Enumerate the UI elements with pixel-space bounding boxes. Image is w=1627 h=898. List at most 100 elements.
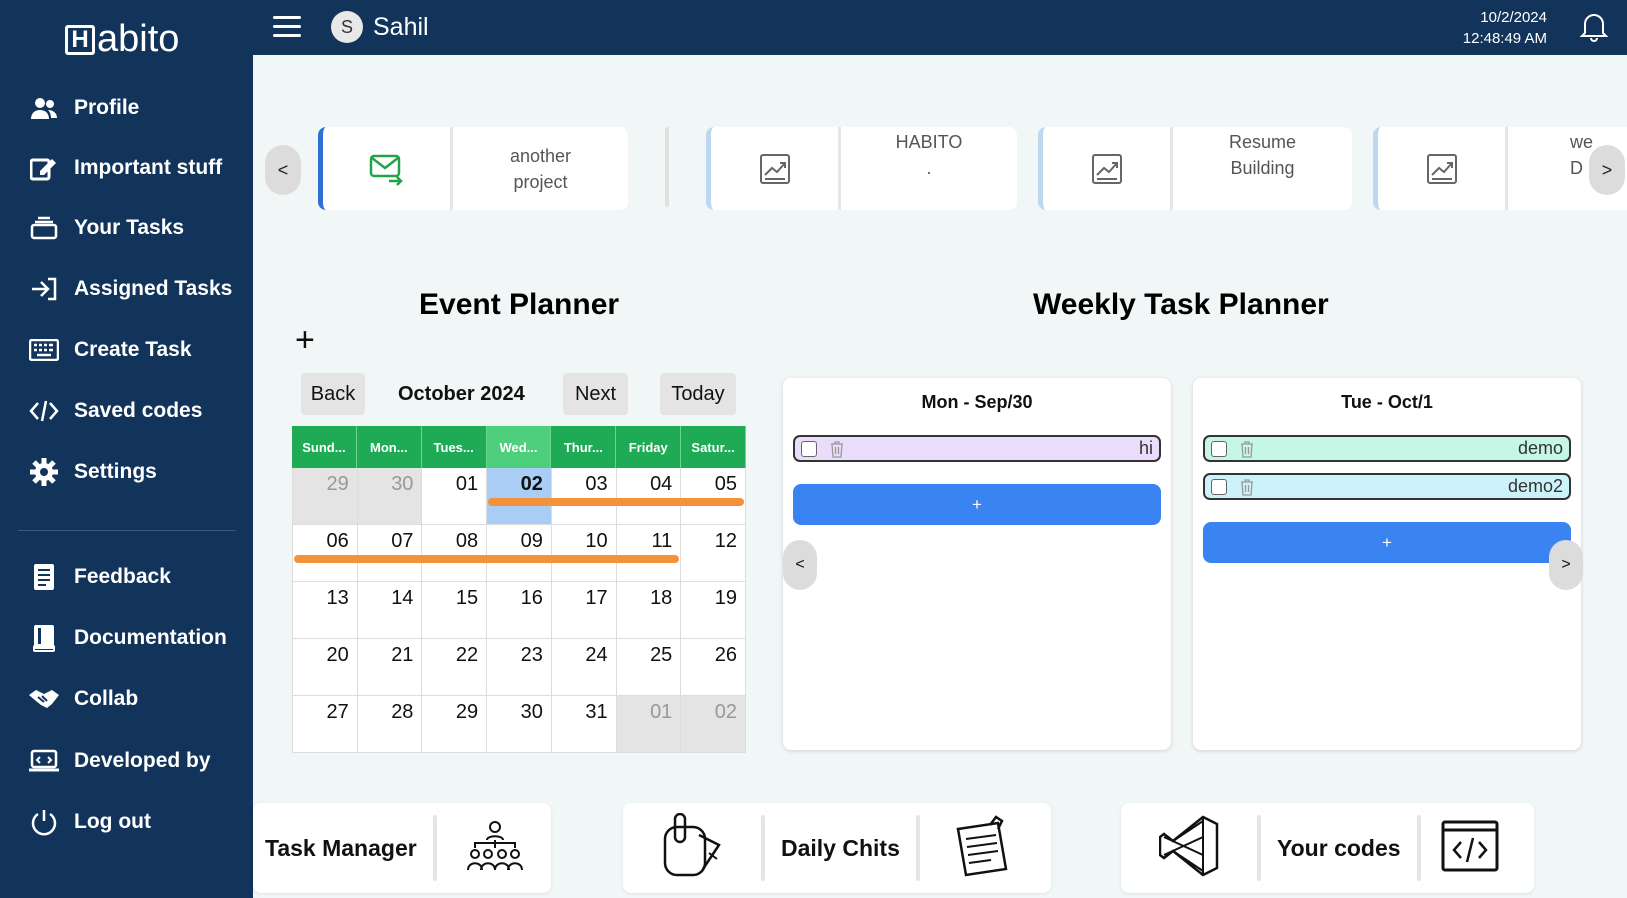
sidebar-item-assigned-tasks[interactable]: Assigned Tasks — [28, 273, 232, 305]
calendar-day[interactable]: 23 — [487, 639, 552, 696]
calendar-day[interactable]: 18 — [616, 582, 682, 639]
task-checkbox[interactable] — [1211, 478, 1227, 495]
project-card[interactable]: HABITO . — [706, 127, 1017, 210]
sidebar-item-developed-by[interactable]: Developed by — [28, 745, 211, 777]
calendar-day[interactable]: 30 — [357, 468, 423, 525]
gear-icon — [28, 456, 60, 488]
sign-in-icon — [28, 273, 60, 305]
weekly-planner-title: Weekly Task Planner — [1033, 288, 1329, 321]
sidebar-item-your-tasks[interactable]: Your Tasks — [28, 212, 184, 244]
project-name: Resume Building — [1173, 129, 1352, 181]
chart-icon — [711, 127, 841, 210]
day-column-title: Mon - Sep/30 — [921, 392, 1033, 412]
tile-task-manager[interactable]: Task Manager — [253, 803, 551, 893]
add-task-button[interactable]: + — [1203, 522, 1571, 563]
user-name[interactable]: Sahil — [373, 13, 429, 42]
calendar-day[interactable]: 12 — [681, 525, 747, 582]
project-name-line: another — [509, 145, 572, 166]
week-prev-button[interactable]: < — [783, 540, 817, 590]
event-bar[interactable] — [294, 555, 679, 563]
calendar-today-button[interactable]: Today — [660, 373, 736, 415]
trash-icon[interactable] — [1239, 478, 1255, 496]
carousel-separator — [665, 127, 669, 207]
hamburger-menu-icon[interactable] — [273, 16, 301, 40]
sidebar-item-important-stuff[interactable]: Important stuff — [28, 152, 222, 184]
avatar[interactable]: S — [331, 11, 363, 43]
calendar-day[interactable]: 14 — [357, 582, 423, 639]
trash-icon[interactable] — [1239, 440, 1255, 458]
tile-label: Your codes — [1277, 834, 1401, 861]
task-item: demo2 — [1203, 473, 1571, 500]
top-bar: S Sahil 10/2/2024 12:48:49 AM — [253, 0, 1627, 55]
calendar-day[interactable]: 22 — [422, 639, 488, 696]
calendar-day[interactable]: 27 — [292, 696, 358, 753]
sidebar-item-profile[interactable]: Profile — [28, 92, 139, 124]
calendar-day[interactable]: 01 — [616, 696, 682, 753]
calendar-day-today[interactable]: 02 — [487, 468, 552, 525]
calendar-day[interactable]: 30 — [487, 696, 552, 753]
calendar-day[interactable]: 25 — [616, 639, 682, 696]
add-task-button[interactable]: + — [793, 484, 1161, 525]
tile-your-codes[interactable]: Your codes — [1121, 803, 1534, 893]
calendar-day[interactable]: 06 — [292, 525, 358, 582]
calendar-day[interactable]: 31 — [551, 696, 617, 753]
calendar-day[interactable]: 04 — [616, 468, 682, 525]
calendar-day[interactable]: 19 — [681, 582, 747, 639]
project-name: HABITO . — [841, 129, 1017, 181]
calendar-day[interactable]: 09 — [487, 525, 552, 582]
power-icon — [28, 806, 60, 838]
calendar-day[interactable]: 28 — [357, 696, 423, 753]
calendar-day[interactable]: 08 — [422, 525, 488, 582]
calendar-day[interactable]: 11 — [616, 525, 682, 582]
calendar-day[interactable]: 17 — [551, 582, 617, 639]
tile-daily-chits[interactable]: Daily Chits — [623, 803, 1051, 893]
calendar-day[interactable]: 07 — [357, 525, 423, 582]
carousel-next-button[interactable]: > — [1589, 145, 1625, 195]
sidebar-item-label: Collab — [74, 687, 139, 710]
calendar-day[interactable]: 02 — [681, 696, 747, 753]
add-event-button[interactable]: + — [295, 323, 315, 357]
app-logo[interactable]: H abito — [65, 18, 179, 61]
bell-icon[interactable] — [1579, 10, 1609, 42]
sidebar-item-create-task[interactable]: Create Task — [28, 334, 192, 366]
calendar-day[interactable]: 10 — [551, 525, 617, 582]
calendar-day[interactable]: 03 — [551, 468, 617, 525]
current-time: 12:48:49 AM — [1462, 30, 1547, 47]
project-card[interactable]: another project — [318, 127, 628, 210]
trash-icon[interactable] — [829, 440, 845, 458]
team-icon — [465, 820, 525, 877]
chart-icon — [1043, 127, 1173, 210]
sidebar-item-saved-codes[interactable]: Saved codes — [28, 395, 202, 427]
calendar-day[interactable]: 24 — [551, 639, 617, 696]
chart-icon — [1378, 127, 1508, 210]
task-text: demo2 — [1507, 476, 1563, 496]
calendar-day[interactable]: 05 — [681, 468, 747, 525]
calendar-day[interactable]: 01 — [422, 468, 488, 525]
weekday-header: Mon... — [356, 426, 422, 468]
week-next-button[interactable]: > — [1549, 540, 1583, 590]
logo-text: abito — [97, 18, 180, 60]
sidebar-item-log-out[interactable]: Log out — [28, 806, 151, 838]
calendar-day[interactable]: 29 — [292, 468, 358, 525]
calendar-day[interactable]: 29 — [422, 696, 488, 753]
sidebar-item-settings[interactable]: Settings — [28, 456, 157, 488]
task-text: hi — [1138, 438, 1153, 458]
event-bar[interactable] — [488, 498, 744, 506]
calendar-day[interactable]: 16 — [487, 582, 552, 639]
calendar-header-row: Sund... Mon... Tues... Wed... Thur... Fr… — [292, 426, 747, 468]
calendar-next-button[interactable]: Next — [563, 373, 628, 415]
calendar-day[interactable]: 21 — [357, 639, 423, 696]
calendar-day[interactable]: 15 — [422, 582, 488, 639]
task-checkbox[interactable] — [801, 440, 817, 457]
calendar-day[interactable]: 26 — [681, 639, 747, 696]
project-card[interactable]: Resume Building — [1038, 127, 1352, 210]
sidebar-item-collab[interactable]: Collab — [28, 683, 138, 715]
calendar-back-button[interactable]: Back — [301, 373, 365, 415]
calendar-day[interactable]: 13 — [292, 582, 358, 639]
carousel-prev-button[interactable]: < — [265, 145, 301, 195]
task-checkbox[interactable] — [1211, 440, 1227, 457]
sidebar-item-documentation[interactable]: Documentation — [28, 622, 227, 654]
calendar-day[interactable]: 20 — [292, 639, 358, 696]
sidebar-item-feedback[interactable]: Feedback — [28, 561, 171, 593]
event-planner-title: Event Planner — [419, 288, 620, 321]
